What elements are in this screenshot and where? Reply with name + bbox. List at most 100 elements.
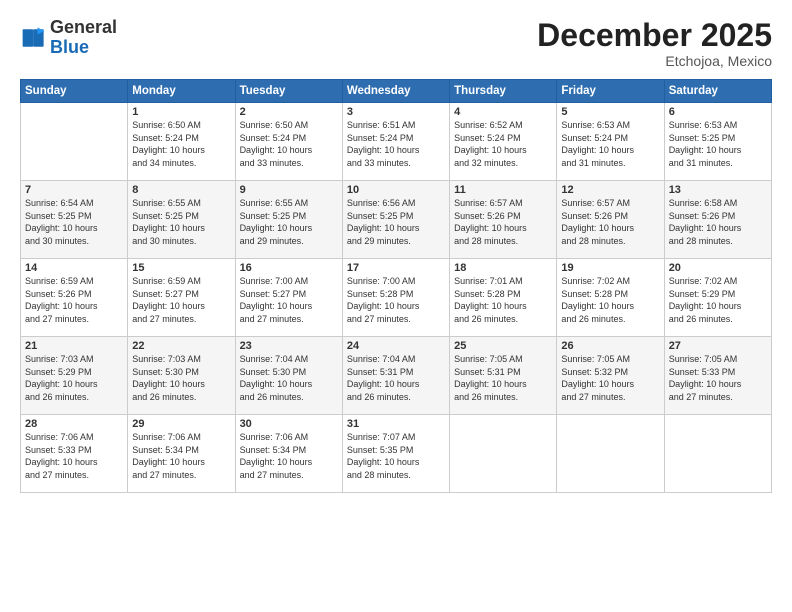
day-number: 12	[561, 184, 659, 196]
calendar-cell: 5Sunrise: 6:53 AMSunset: 5:24 PMDaylight…	[557, 103, 664, 181]
day-number: 11	[454, 184, 552, 196]
day-number: 23	[240, 340, 338, 352]
calendar-cell: 3Sunrise: 6:51 AMSunset: 5:24 PMDaylight…	[342, 103, 449, 181]
day-info: Sunrise: 6:53 AMSunset: 5:25 PMDaylight:…	[669, 119, 767, 169]
calendar-cell: 23Sunrise: 7:04 AMSunset: 5:30 PMDayligh…	[235, 337, 342, 415]
day-number: 9	[240, 184, 338, 196]
calendar-cell: 16Sunrise: 7:00 AMSunset: 5:27 PMDayligh…	[235, 259, 342, 337]
day-number: 21	[25, 340, 123, 352]
day-info: Sunrise: 6:56 AMSunset: 5:25 PMDaylight:…	[347, 197, 445, 247]
day-number: 8	[132, 184, 230, 196]
day-number: 20	[669, 262, 767, 274]
day-number: 1	[132, 106, 230, 118]
week-row-5: 28Sunrise: 7:06 AMSunset: 5:33 PMDayligh…	[21, 415, 772, 493]
day-info: Sunrise: 6:55 AMSunset: 5:25 PMDaylight:…	[240, 197, 338, 247]
week-row-1: 1Sunrise: 6:50 AMSunset: 5:24 PMDaylight…	[21, 103, 772, 181]
calendar-cell: 26Sunrise: 7:05 AMSunset: 5:32 PMDayligh…	[557, 337, 664, 415]
calendar-cell	[21, 103, 128, 181]
day-number: 30	[240, 418, 338, 430]
calendar-cell	[450, 415, 557, 493]
calendar-cell: 4Sunrise: 6:52 AMSunset: 5:24 PMDaylight…	[450, 103, 557, 181]
day-info: Sunrise: 7:00 AMSunset: 5:27 PMDaylight:…	[240, 275, 338, 325]
day-info: Sunrise: 6:59 AMSunset: 5:26 PMDaylight:…	[25, 275, 123, 325]
day-number: 17	[347, 262, 445, 274]
day-info: Sunrise: 6:50 AMSunset: 5:24 PMDaylight:…	[132, 119, 230, 169]
calendar-cell: 20Sunrise: 7:02 AMSunset: 5:29 PMDayligh…	[664, 259, 771, 337]
day-number: 19	[561, 262, 659, 274]
calendar-cell: 10Sunrise: 6:56 AMSunset: 5:25 PMDayligh…	[342, 181, 449, 259]
calendar-cell: 27Sunrise: 7:05 AMSunset: 5:33 PMDayligh…	[664, 337, 771, 415]
day-number: 16	[240, 262, 338, 274]
day-number: 27	[669, 340, 767, 352]
day-info: Sunrise: 6:59 AMSunset: 5:27 PMDaylight:…	[132, 275, 230, 325]
calendar-cell: 11Sunrise: 6:57 AMSunset: 5:26 PMDayligh…	[450, 181, 557, 259]
day-info: Sunrise: 6:51 AMSunset: 5:24 PMDaylight:…	[347, 119, 445, 169]
day-number: 18	[454, 262, 552, 274]
day-info: Sunrise: 7:05 AMSunset: 5:32 PMDaylight:…	[561, 353, 659, 403]
header: GeneralBlue December 2025 Etchojoa, Mexi…	[20, 18, 772, 69]
calendar-cell: 8Sunrise: 6:55 AMSunset: 5:25 PMDaylight…	[128, 181, 235, 259]
weekday-header-friday: Friday	[557, 80, 664, 103]
day-number: 7	[25, 184, 123, 196]
calendar-cell: 21Sunrise: 7:03 AMSunset: 5:29 PMDayligh…	[21, 337, 128, 415]
day-info: Sunrise: 7:06 AMSunset: 5:34 PMDaylight:…	[240, 431, 338, 481]
day-number: 13	[669, 184, 767, 196]
calendar-cell: 30Sunrise: 7:06 AMSunset: 5:34 PMDayligh…	[235, 415, 342, 493]
day-info: Sunrise: 6:52 AMSunset: 5:24 PMDaylight:…	[454, 119, 552, 169]
calendar-cell	[557, 415, 664, 493]
day-number: 2	[240, 106, 338, 118]
calendar-cell: 18Sunrise: 7:01 AMSunset: 5:28 PMDayligh…	[450, 259, 557, 337]
day-number: 14	[25, 262, 123, 274]
day-number: 24	[347, 340, 445, 352]
day-number: 26	[561, 340, 659, 352]
calendar-cell: 1Sunrise: 6:50 AMSunset: 5:24 PMDaylight…	[128, 103, 235, 181]
day-number: 6	[669, 106, 767, 118]
weekday-header-monday: Monday	[128, 80, 235, 103]
day-number: 10	[347, 184, 445, 196]
day-number: 4	[454, 106, 552, 118]
weekday-header-tuesday: Tuesday	[235, 80, 342, 103]
day-info: Sunrise: 6:54 AMSunset: 5:25 PMDaylight:…	[25, 197, 123, 247]
day-number: 15	[132, 262, 230, 274]
calendar-cell: 17Sunrise: 7:00 AMSunset: 5:28 PMDayligh…	[342, 259, 449, 337]
day-info: Sunrise: 7:07 AMSunset: 5:35 PMDaylight:…	[347, 431, 445, 481]
day-info: Sunrise: 6:58 AMSunset: 5:26 PMDaylight:…	[669, 197, 767, 247]
day-info: Sunrise: 7:02 AMSunset: 5:28 PMDaylight:…	[561, 275, 659, 325]
week-row-3: 14Sunrise: 6:59 AMSunset: 5:26 PMDayligh…	[21, 259, 772, 337]
day-info: Sunrise: 7:04 AMSunset: 5:31 PMDaylight:…	[347, 353, 445, 403]
week-row-2: 7Sunrise: 6:54 AMSunset: 5:25 PMDaylight…	[21, 181, 772, 259]
calendar-cell: 28Sunrise: 7:06 AMSunset: 5:33 PMDayligh…	[21, 415, 128, 493]
calendar-cell	[664, 415, 771, 493]
calendar-cell: 14Sunrise: 6:59 AMSunset: 5:26 PMDayligh…	[21, 259, 128, 337]
day-info: Sunrise: 7:01 AMSunset: 5:28 PMDaylight:…	[454, 275, 552, 325]
page: GeneralBlue December 2025 Etchojoa, Mexi…	[0, 0, 792, 612]
day-info: Sunrise: 6:57 AMSunset: 5:26 PMDaylight:…	[561, 197, 659, 247]
calendar-cell: 15Sunrise: 6:59 AMSunset: 5:27 PMDayligh…	[128, 259, 235, 337]
day-info: Sunrise: 7:03 AMSunset: 5:29 PMDaylight:…	[25, 353, 123, 403]
calendar-cell: 13Sunrise: 6:58 AMSunset: 5:26 PMDayligh…	[664, 181, 771, 259]
location: Etchojoa, Mexico	[537, 53, 772, 69]
day-info: Sunrise: 6:53 AMSunset: 5:24 PMDaylight:…	[561, 119, 659, 169]
day-number: 3	[347, 106, 445, 118]
logo-text: GeneralBlue	[50, 18, 117, 58]
day-info: Sunrise: 7:02 AMSunset: 5:29 PMDaylight:…	[669, 275, 767, 325]
calendar-cell: 19Sunrise: 7:02 AMSunset: 5:28 PMDayligh…	[557, 259, 664, 337]
day-info: Sunrise: 7:05 AMSunset: 5:33 PMDaylight:…	[669, 353, 767, 403]
day-info: Sunrise: 7:06 AMSunset: 5:33 PMDaylight:…	[25, 431, 123, 481]
weekday-header-thursday: Thursday	[450, 80, 557, 103]
calendar-cell: 6Sunrise: 6:53 AMSunset: 5:25 PMDaylight…	[664, 103, 771, 181]
calendar-cell: 24Sunrise: 7:04 AMSunset: 5:31 PMDayligh…	[342, 337, 449, 415]
calendar-cell: 22Sunrise: 7:03 AMSunset: 5:30 PMDayligh…	[128, 337, 235, 415]
calendar-cell: 31Sunrise: 7:07 AMSunset: 5:35 PMDayligh…	[342, 415, 449, 493]
day-info: Sunrise: 7:05 AMSunset: 5:31 PMDaylight:…	[454, 353, 552, 403]
day-info: Sunrise: 7:04 AMSunset: 5:30 PMDaylight:…	[240, 353, 338, 403]
logo-general: General	[50, 17, 117, 37]
title-block: December 2025 Etchojoa, Mexico	[537, 18, 772, 69]
day-info: Sunrise: 6:55 AMSunset: 5:25 PMDaylight:…	[132, 197, 230, 247]
weekday-header-wednesday: Wednesday	[342, 80, 449, 103]
logo: GeneralBlue	[20, 18, 117, 58]
day-info: Sunrise: 7:06 AMSunset: 5:34 PMDaylight:…	[132, 431, 230, 481]
day-info: Sunrise: 6:50 AMSunset: 5:24 PMDaylight:…	[240, 119, 338, 169]
day-number: 28	[25, 418, 123, 430]
calendar-table: SundayMondayTuesdayWednesdayThursdayFrid…	[20, 79, 772, 493]
